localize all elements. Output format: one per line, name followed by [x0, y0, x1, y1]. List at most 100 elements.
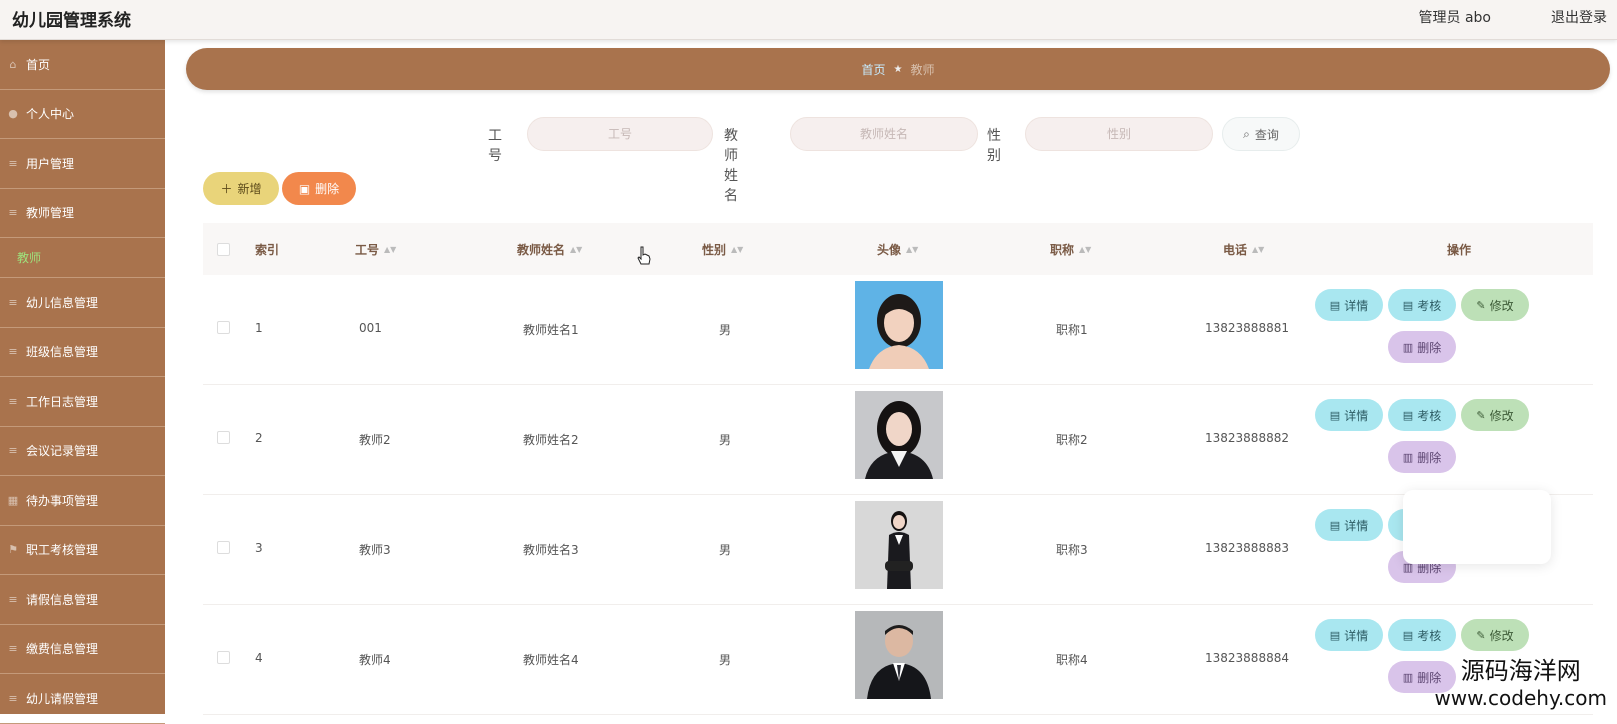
check-button-label: 考核: [1417, 297, 1441, 314]
sidebar-item[interactable]: ⚑ 职工考核管理: [0, 526, 165, 576]
sidebar-item[interactable]: ≡会议记录管理: [0, 427, 165, 477]
sidebar-item[interactable]: ⌂ 首页: [0, 40, 165, 90]
row-checkbox[interactable]: [217, 651, 230, 664]
document-icon: ▤: [1403, 629, 1413, 642]
column-header-phone[interactable]: 电话▲▼: [1223, 241, 1264, 258]
watermark-title: 源码海洋网: [1434, 656, 1607, 686]
column-header-title[interactable]: 职称▲▼: [1050, 241, 1091, 258]
row-checkbox[interactable]: [217, 541, 230, 554]
detail-button[interactable]: ▤详情: [1315, 619, 1383, 651]
list-icon: ≡: [6, 444, 20, 458]
query-button[interactable]: ⌕ 查询: [1222, 117, 1300, 151]
cell-name: 教师姓名1: [523, 321, 579, 338]
pencil-icon: ✎: [1476, 409, 1485, 422]
list-icon: ≡: [6, 642, 20, 656]
sort-icon[interactable]: ▲▼: [1252, 245, 1264, 254]
home-icon: ⌂: [6, 57, 20, 71]
table-row: 1001教师姓名1男职称113823888881▤详情▤考核✎修改▥删除: [203, 275, 1593, 385]
sort-icon[interactable]: ▲▼: [906, 245, 918, 254]
delete-button[interactable]: ▥删除: [1388, 331, 1456, 363]
sort-icon[interactable]: ▲▼: [1079, 245, 1091, 254]
pencil-icon: ✎: [1476, 629, 1485, 642]
column-header-id[interactable]: 工号▲▼: [355, 241, 396, 258]
sidebar-item[interactable]: ≡工作日志管理: [0, 377, 165, 427]
batch-delete-button[interactable]: ▣ 删除: [282, 172, 356, 205]
search-gender-input[interactable]: [1025, 117, 1213, 151]
sidebar-item[interactable]: ≡ 缴费信息管理: [0, 625, 165, 675]
row-checkbox[interactable]: [217, 431, 230, 444]
cell-index: 4: [255, 651, 263, 665]
check-button[interactable]: ▤ 考核: [1388, 619, 1456, 651]
sidebar-item[interactable]: ≡幼儿请假管理: [0, 674, 165, 724]
edit-button[interactable]: ✎修改: [1461, 619, 1529, 651]
check-button-label: 考核: [1417, 627, 1441, 644]
document-icon: ▤: [1330, 409, 1340, 422]
cell-index: 1: [255, 321, 263, 335]
sidebar-item[interactable]: ≡班级信息管理: [0, 328, 165, 378]
add-label: 新增: [238, 180, 262, 197]
sort-icon[interactable]: ▲▼: [731, 245, 743, 254]
sidebar-item[interactable]: ≡请假信息管理: [0, 575, 165, 625]
sidebar-subitem-teacher[interactable]: 教师: [0, 238, 165, 278]
teacher-table: 索引 工号▲▼ 教师姓名▲▼ 性别▲▼ 头像▲▼ 职称▲▼ 电话▲▼ 操作 10…: [203, 223, 1593, 275]
watermark-url: www.codehy.com: [1434, 686, 1607, 710]
list-icon: ≡: [6, 206, 20, 220]
row-checkbox[interactable]: [217, 321, 230, 334]
sidebar-item[interactable]: ▦ 待办事项管理: [0, 476, 165, 526]
edit-button[interactable]: ✎修改: [1461, 289, 1529, 321]
flag-icon: ⚑: [6, 543, 20, 557]
document-icon: ▤: [1403, 299, 1413, 312]
sort-icon[interactable]: ▲▼: [570, 245, 582, 254]
check-button[interactable]: ▤ 考核: [1388, 289, 1456, 321]
add-button[interactable]: ＋ 新增: [203, 172, 279, 205]
edit-button[interactable]: ✎修改: [1461, 399, 1529, 431]
sidebar-item-label: 待办事项管理: [26, 492, 98, 509]
select-all-checkbox[interactable]: [217, 243, 230, 256]
logout-link[interactable]: 退出登录: [1551, 7, 1607, 27]
trash-icon: ▣: [299, 182, 310, 196]
sidebar-item-label: 幼儿请假管理: [26, 690, 98, 707]
cell-title: 职称3: [1056, 541, 1088, 558]
sort-icon[interactable]: ▲▼: [384, 245, 396, 254]
breadcrumb-home[interactable]: 首页: [862, 61, 886, 78]
delete-button-label: 删除: [1417, 449, 1441, 466]
column-header-name[interactable]: 教师姓名▲▼: [517, 241, 582, 258]
search-name-input[interactable]: [790, 117, 978, 151]
search-icon: ⌕: [1243, 127, 1250, 142]
cell-index: 3: [255, 541, 263, 555]
delete-button[interactable]: ▥删除: [1388, 441, 1456, 473]
top-bar: 幼儿园管理系统 管理员 abo 退出登录: [0, 0, 1617, 40]
detail-button-label: 详情: [1344, 517, 1368, 534]
sidebar-item-label: 职工考核管理: [26, 541, 98, 558]
grid-icon: ▦: [6, 493, 20, 507]
breadcrumb-current: 教师: [910, 61, 934, 78]
list-icon: ≡: [6, 295, 20, 309]
sidebar-item-label: 首页: [26, 56, 50, 73]
list-icon: ≡: [6, 394, 20, 408]
detail-button[interactable]: ▤详情: [1315, 509, 1383, 541]
check-button[interactable]: ▤考核: [1388, 399, 1456, 431]
sidebar-item[interactable]: ≡教师管理: [0, 189, 165, 239]
column-header-avatar[interactable]: 头像▲▼: [877, 241, 918, 258]
cell-title: 职称2: [1056, 431, 1088, 448]
cell-id: 001: [359, 321, 382, 335]
edit-button-label: 修改: [1490, 297, 1514, 314]
cell-phone: 13823888883: [1205, 541, 1289, 555]
column-header-gender[interactable]: 性别▲▼: [702, 241, 743, 258]
watermark: 源码海洋网 www.codehy.com: [1434, 656, 1607, 710]
check-button-label: 考核: [1417, 407, 1441, 424]
hand-cursor-icon: [636, 246, 652, 266]
detail-button[interactable]: ▤详情: [1315, 289, 1383, 321]
cell-name: 教师姓名4: [523, 651, 579, 668]
sidebar-item[interactable]: ≡用户管理: [0, 139, 165, 189]
column-header-index: 索引: [255, 241, 279, 258]
sidebar-item[interactable]: ≡幼儿信息管理: [0, 278, 165, 328]
teacher-avatar: [855, 501, 943, 589]
detail-button[interactable]: ▤详情: [1315, 399, 1383, 431]
search-label-gender: 性别: [987, 125, 1001, 165]
cell-phone: 13823888884: [1205, 651, 1289, 665]
sidebar-item-label: 缴费信息管理: [26, 640, 98, 657]
table-header: 索引 工号▲▼ 教师姓名▲▼ 性别▲▼ 头像▲▼ 职称▲▼ 电话▲▼ 操作: [203, 223, 1593, 275]
sidebar-item[interactable]: ●个人中心: [0, 90, 165, 140]
search-id-input[interactable]: [527, 117, 713, 151]
